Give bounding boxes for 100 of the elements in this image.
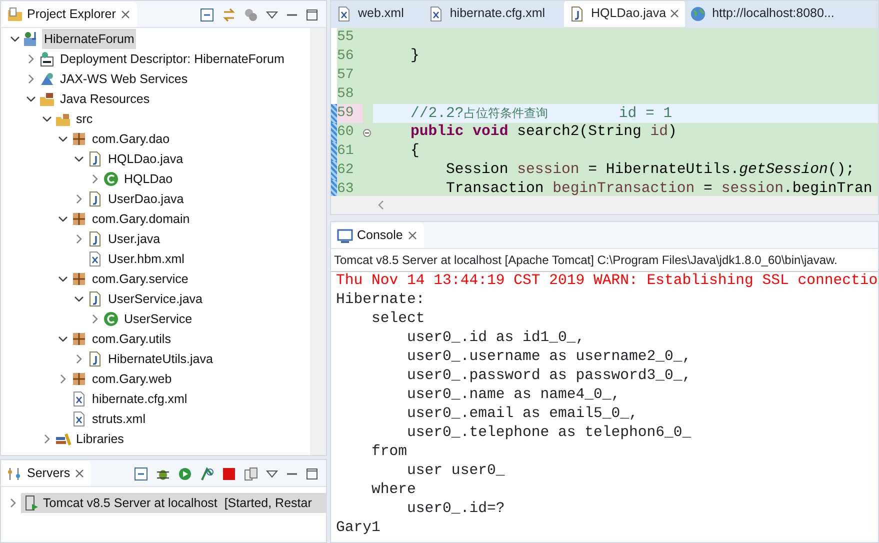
folder-icon [39, 91, 55, 107]
xml-file-icon [87, 251, 103, 267]
console-line: user user0_ [406, 462, 506, 481]
java-file-icon [87, 191, 103, 207]
line-number: 56 [337, 47, 355, 66]
maximize-icon[interactable] [306, 468, 318, 480]
tree-item[interactable]: com.Gary.utils [90, 329, 173, 349]
globe-icon [690, 6, 706, 22]
package-icon [71, 331, 87, 347]
close-icon[interactable] [406, 230, 418, 241]
line-number: 62 [337, 161, 355, 180]
code-line: } [410, 47, 420, 66]
tree-item[interactable]: User.hbm.xml [106, 249, 186, 269]
class-icon [103, 311, 119, 327]
code-line: Session session = HibernateUtils.getSession(); [445, 161, 856, 180]
package-icon [71, 271, 87, 287]
view-menu-icon[interactable] [266, 470, 278, 478]
console-line: user0_.email as email5_0_, [406, 405, 639, 424]
class-icon [103, 171, 119, 187]
monitor-icon [337, 228, 353, 244]
tree-item[interactable]: Libraries [74, 429, 126, 449]
view-tab[interactable]: Servers [1, 461, 92, 486]
tree-item[interactable]: Java Resources [58, 89, 152, 109]
editor-tab[interactable]: HQLDao.java [564, 1, 686, 27]
tree-item[interactable]: com.Gary.service [90, 269, 190, 289]
profile-icon[interactable] [200, 466, 214, 480]
tree-item[interactable]: HQLDao [122, 169, 175, 189]
console-line: user0_.id=? [406, 500, 506, 519]
editor-tab[interactable]: http://localhost:8080... [685, 1, 842, 27]
console-line: user0_.name as name4_0_, [406, 386, 622, 405]
java-file-icon [87, 291, 103, 307]
package-icon [71, 211, 87, 227]
scrollbar[interactable] [331, 196, 878, 214]
xml-file-icon [336, 6, 352, 22]
fold-icon[interactable] [363, 128, 371, 136]
tree-item[interactable]: src [74, 109, 95, 129]
tree-item[interactable]: HibernateForum [42, 29, 136, 49]
console-line: Thu Nov 14 13:44:19 CST 2019 WARN: Establishing SSL connectio [335, 272, 878, 291]
stop-icon[interactable] [222, 466, 236, 480]
line-number: 60 [337, 123, 355, 142]
console-header: Tomcat v8.5 Server at localhost [Apache Tomcat] C:\Program Files\Java\jdk1.8.0_60\bin\javaw. [331, 249, 878, 272]
editor-tab[interactable]: web.xml [331, 1, 423, 27]
tree-item[interactable]: com.Gary.web [90, 369, 174, 389]
package-icon [71, 371, 87, 387]
view-menu-icon[interactable] [266, 10, 278, 18]
code-line: Transaction beginTransaction = session.beginTran [445, 180, 874, 196]
scrollbar[interactable] [310, 28, 326, 455]
java-file-icon [87, 231, 103, 247]
view-tab[interactable]: Console [331, 223, 424, 248]
close-icon[interactable] [120, 9, 131, 20]
line-number: 55 [337, 28, 355, 47]
publish-icon[interactable] [244, 466, 258, 480]
java-file-icon [87, 351, 103, 367]
tree-item[interactable]: Deployment Descriptor: HibernateForum [58, 49, 286, 69]
console-line: select [370, 310, 426, 329]
xml-file-icon [71, 391, 87, 407]
tree-item[interactable]: HQLDao.java [106, 149, 186, 169]
descriptor-icon [39, 51, 55, 67]
console-line: from [370, 443, 408, 462]
java-file-icon [569, 6, 586, 22]
console-line: user0_.password as password3_0_, [406, 367, 692, 386]
tree-item[interactable]: UserDao.java [106, 189, 186, 209]
tree-item[interactable]: struts.xml [90, 409, 148, 429]
books-icon [55, 431, 71, 447]
tree-item[interactable]: com.Gary.dao [90, 129, 172, 149]
console-line: Gary1 [335, 519, 382, 538]
console-line: user0_.username as username2_0_, [406, 348, 692, 367]
tree-item[interactable]: User.java [106, 229, 162, 249]
tree-item[interactable]: hibernate.cfg.xml [90, 389, 190, 409]
maximize-icon[interactable] [306, 8, 318, 20]
line-number: 58 [337, 85, 355, 104]
console-line: where [370, 481, 417, 500]
line-number: 59 [337, 104, 363, 123]
tree-item[interactable]: com.Gary.domain [90, 209, 192, 229]
link-arrows-icon[interactable] [222, 8, 236, 22]
package-icon [71, 131, 87, 147]
editor-tab[interactable]: hibernate.cfg.xml [422, 1, 564, 27]
close-icon[interactable] [74, 468, 86, 479]
server-icon [23, 495, 39, 511]
collapse-all-icon[interactable] [200, 8, 214, 22]
line-number: 57 [337, 66, 355, 85]
tree-item[interactable]: JAX-WS Web Services [58, 69, 190, 89]
xml-file-icon [71, 411, 87, 427]
collapse-all-icon[interactable] [134, 466, 148, 480]
close-icon[interactable] [669, 8, 680, 19]
console-line: user0_.telephone as telephon6_0_ [406, 424, 692, 443]
play-icon[interactable] [178, 466, 192, 480]
line-number: 63 [337, 180, 355, 196]
filter-icon[interactable] [244, 8, 258, 22]
view-tab[interactable]: Project Explorer [1, 2, 137, 27]
tree-item[interactable]: UserService [122, 309, 194, 329]
java-file-icon [87, 151, 103, 167]
code-line: public void search2(String id) [410, 123, 678, 142]
folder-icon [55, 111, 71, 127]
server-item[interactable]: Tomcat v8.5 Server at localhost [Started, Restar [21, 493, 326, 513]
console-line: Hibernate: [335, 291, 426, 310]
line-number: 61 [337, 142, 355, 161]
code-line: { [410, 142, 420, 161]
tree-item[interactable]: HibernateUtils.java [106, 349, 215, 369]
tree-item[interactable]: UserService.java [106, 289, 204, 309]
